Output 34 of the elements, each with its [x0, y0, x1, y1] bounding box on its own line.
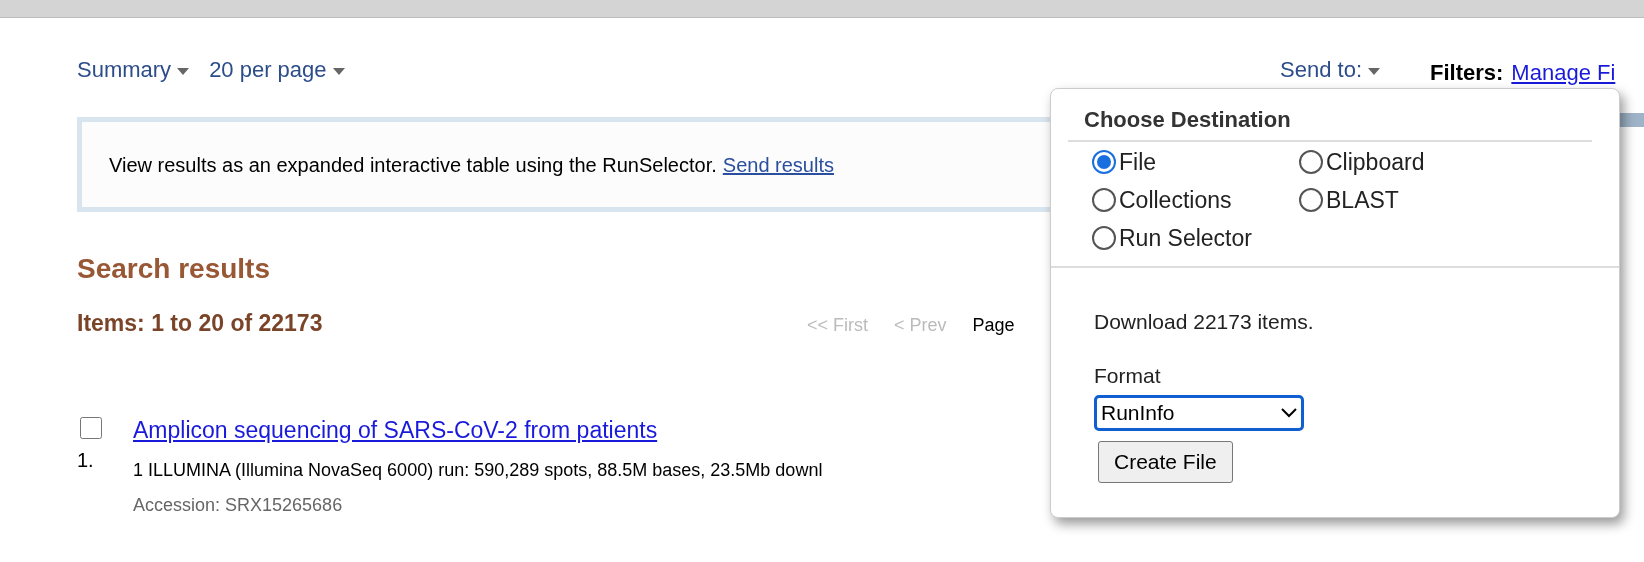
info-text: View results as an expanded interactive table using the RunSelector.	[109, 152, 717, 178]
pager-link[interactable]: Page	[972, 312, 1015, 339]
radio-label: Run Selector	[1119, 223, 1252, 253]
download-text: Download 22173 items.	[1094, 309, 1315, 335]
format-select[interactable]: RunInfo	[1094, 395, 1304, 431]
radio-label: File	[1119, 147, 1157, 177]
result-accession: Accession: SRX15265686	[133, 494, 344, 517]
send-results-link[interactable]: Send results	[722, 149, 834, 180]
items-count: Items: 1 to 20 of 22173	[77, 309, 324, 338]
search-results-heading: Search results	[77, 252, 270, 286]
chevron-down-icon	[1281, 408, 1297, 418]
radio-label: BLAST	[1326, 185, 1399, 215]
result-description: 1 ILLUMINA (Illumina NovaSeq 6000) run: 590,289 spots, 88.5M bases, 23.5Mb downl	[133, 459, 823, 482]
summary-menu[interactable]: Summary	[77, 52, 190, 86]
radio-button[interactable]	[1299, 150, 1323, 174]
result-title-link[interactable]: Amplicon sequencing of SARS-CoV-2 from patients	[133, 412, 823, 447]
result-number: 1.	[77, 447, 94, 473]
caret-icon	[1368, 67, 1380, 75]
radio-button[interactable]	[1299, 188, 1323, 212]
send-to-menu[interactable]: Send to:	[1280, 52, 1380, 86]
radio-button[interactable]	[1092, 188, 1116, 212]
radio-button[interactable]	[1092, 150, 1116, 174]
per-page-menu[interactable]: 20 per page	[209, 52, 345, 86]
caret-icon	[177, 67, 190, 75]
radio-label: Clipboard	[1326, 147, 1425, 177]
caret-icon	[332, 67, 345, 75]
popup-title: Choose Destination	[1068, 103, 1592, 142]
format-label: Format	[1094, 362, 1162, 389]
radio-button[interactable]	[1092, 226, 1116, 250]
manage-filters-link[interactable]: Manage Fi	[1511, 56, 1616, 89]
radio-label: Collections	[1119, 185, 1232, 215]
filters-label: Filters:	[1430, 59, 1504, 87]
result-checkbox[interactable]	[80, 416, 102, 439]
create-file-button[interactable]: Create File	[1098, 441, 1233, 483]
